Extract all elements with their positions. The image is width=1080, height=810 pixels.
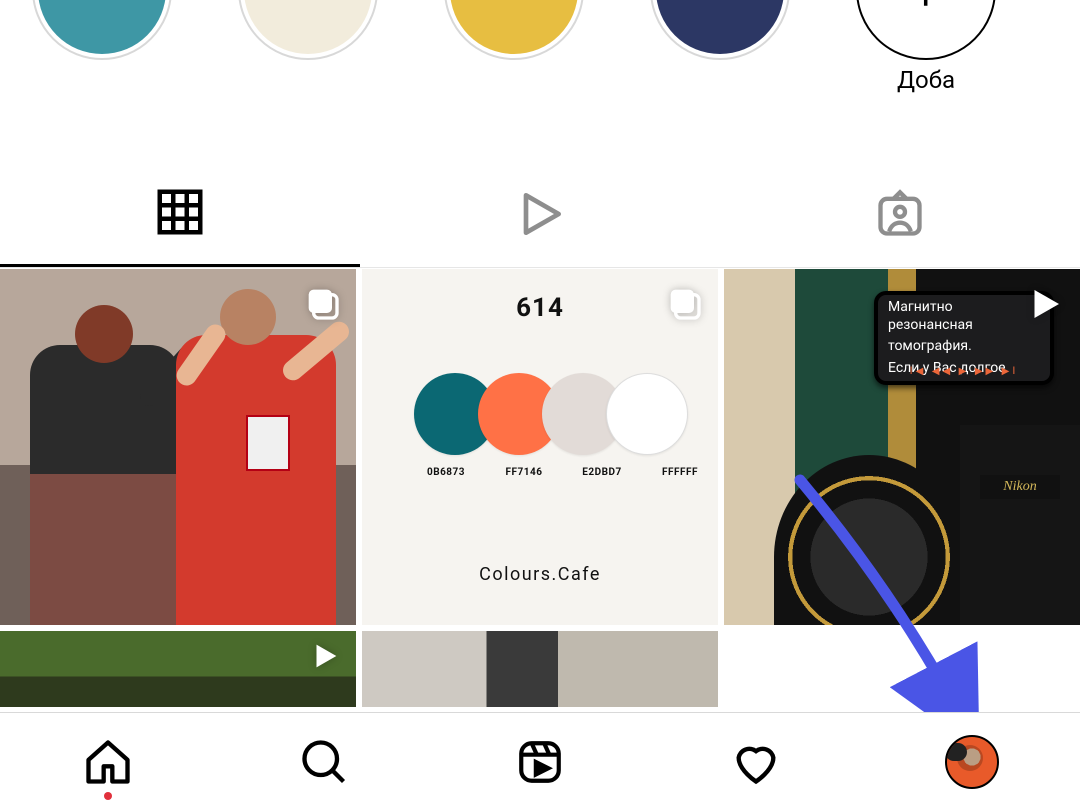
grid-icon [153, 185, 207, 239]
highlight-item[interactable] [32, 0, 172, 120]
post-thumbnail[interactable] [0, 269, 356, 625]
highlight-item[interactable] [650, 0, 790, 120]
home-icon [82, 736, 134, 788]
post-thumbnail[interactable] [724, 631, 1080, 707]
add-highlight-label: Доба [897, 66, 955, 94]
post-thumbnail[interactable] [362, 631, 718, 707]
nav-activity[interactable] [648, 713, 864, 810]
tagged-icon [874, 188, 926, 240]
nav-profile[interactable] [864, 713, 1080, 810]
profile-content-tabs [0, 160, 1080, 268]
tab-tagged[interactable] [720, 160, 1080, 267]
story-highlights-row: + Доба [0, 0, 1080, 120]
nav-search[interactable] [216, 713, 432, 810]
video-icon [1024, 283, 1066, 329]
palette-brand: Colours.Cafe [362, 564, 718, 585]
nav-home[interactable] [0, 713, 216, 810]
post-thumbnail[interactable]: 614 0B6873 FF7146 E2DBD7 FFFFFF Colours.… [362, 269, 718, 625]
highlight-item[interactable] [444, 0, 584, 120]
post-thumbnail[interactable]: Магнитно резонансная томография. Если у … [724, 269, 1080, 625]
heart-icon [730, 736, 782, 788]
carousel-icon [664, 283, 704, 327]
bottom-nav [0, 712, 1080, 810]
posts-grid: 614 0B6873 FF7146 E2DBD7 FFFFFF Colours.… [0, 269, 1080, 707]
nav-reels[interactable] [432, 713, 648, 810]
tab-reels[interactable] [360, 160, 720, 267]
reels-icon [515, 737, 565, 787]
palette-swatches [414, 373, 688, 455]
notification-dot [104, 792, 112, 800]
profile-avatar [945, 735, 999, 789]
carousel-icon [302, 283, 342, 327]
search-icon [298, 736, 350, 788]
video-icon [308, 639, 342, 677]
post-thumbnail[interactable] [0, 631, 356, 707]
tab-grid[interactable] [0, 160, 360, 267]
play-outline-icon [512, 186, 568, 242]
add-highlight[interactable]: + Доба [856, 0, 996, 120]
camera-brand: Nikon [980, 475, 1060, 499]
highlight-item[interactable] [238, 0, 378, 120]
palette-hex-labels: 0B6873 FF7146 E2DBD7 FFFFFF [414, 467, 712, 478]
